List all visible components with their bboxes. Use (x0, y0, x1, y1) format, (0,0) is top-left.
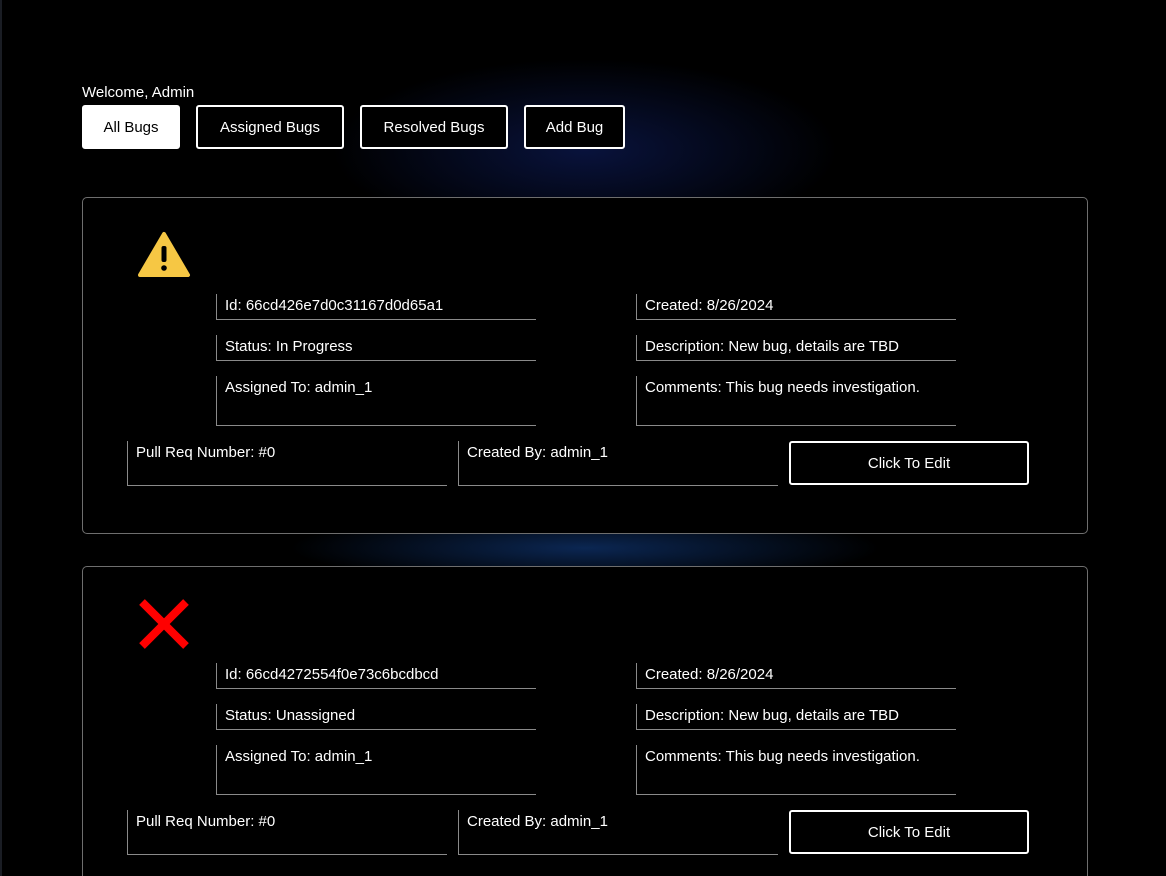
bug-id-field: Id: 66cd4272554f0e73c6bcdbcd (216, 663, 536, 689)
close-x-icon (139, 599, 189, 649)
bug-description-field: Description: New bug, details are TBD (636, 335, 956, 361)
all-bugs-button[interactable]: All Bugs (82, 105, 180, 149)
bug-pull-req-field: Pull Req Number: #0 (127, 441, 447, 486)
bug-created-field: Created: 8/26/2024 (636, 663, 956, 689)
bug-status-field: Status: In Progress (216, 335, 536, 361)
bug-id-field: Id: 66cd426e7d0c31167d0d65a1 (216, 294, 536, 320)
click-to-edit-button[interactable]: Click To Edit (789, 810, 1029, 854)
bug-status-field: Status: Unassigned (216, 704, 536, 730)
bug-created-by-field: Created By: admin_1 (458, 441, 778, 486)
assigned-bugs-button[interactable]: Assigned Bugs (196, 105, 344, 149)
bug-created-field: Created: 8/26/2024 (636, 294, 956, 320)
bug-created-by-field: Created By: admin_1 (458, 810, 778, 855)
bug-comments-field: Comments: This bug needs investigation. (636, 376, 956, 426)
add-bug-button[interactable]: Add Bug (524, 105, 625, 149)
warning-icon (138, 232, 190, 277)
bug-card: Id: 66cd426e7d0c31167d0d65a1 Created: 8/… (82, 197, 1088, 534)
bug-description-field: Description: New bug, details are TBD (636, 704, 956, 730)
click-to-edit-button[interactable]: Click To Edit (789, 441, 1029, 485)
bug-pull-req-field: Pull Req Number: #0 (127, 810, 447, 855)
bug-card: Id: 66cd4272554f0e73c6bcdbcd Created: 8/… (82, 566, 1088, 876)
bug-assigned-to-field: Assigned To: admin_1 (216, 745, 536, 795)
welcome-text: Welcome, Admin (82, 84, 195, 101)
bug-tracker-page: Welcome, Admin All Bugs Assigned Bugs Re… (0, 0, 1166, 876)
resolved-bugs-button[interactable]: Resolved Bugs (360, 105, 508, 149)
window-edge-divider (0, 0, 2, 876)
bug-comments-field: Comments: This bug needs investigation. (636, 745, 956, 795)
bug-assigned-to-field: Assigned To: admin_1 (216, 376, 536, 426)
bug-nav: All Bugs Assigned Bugs Resolved Bugs Add… (82, 105, 625, 149)
